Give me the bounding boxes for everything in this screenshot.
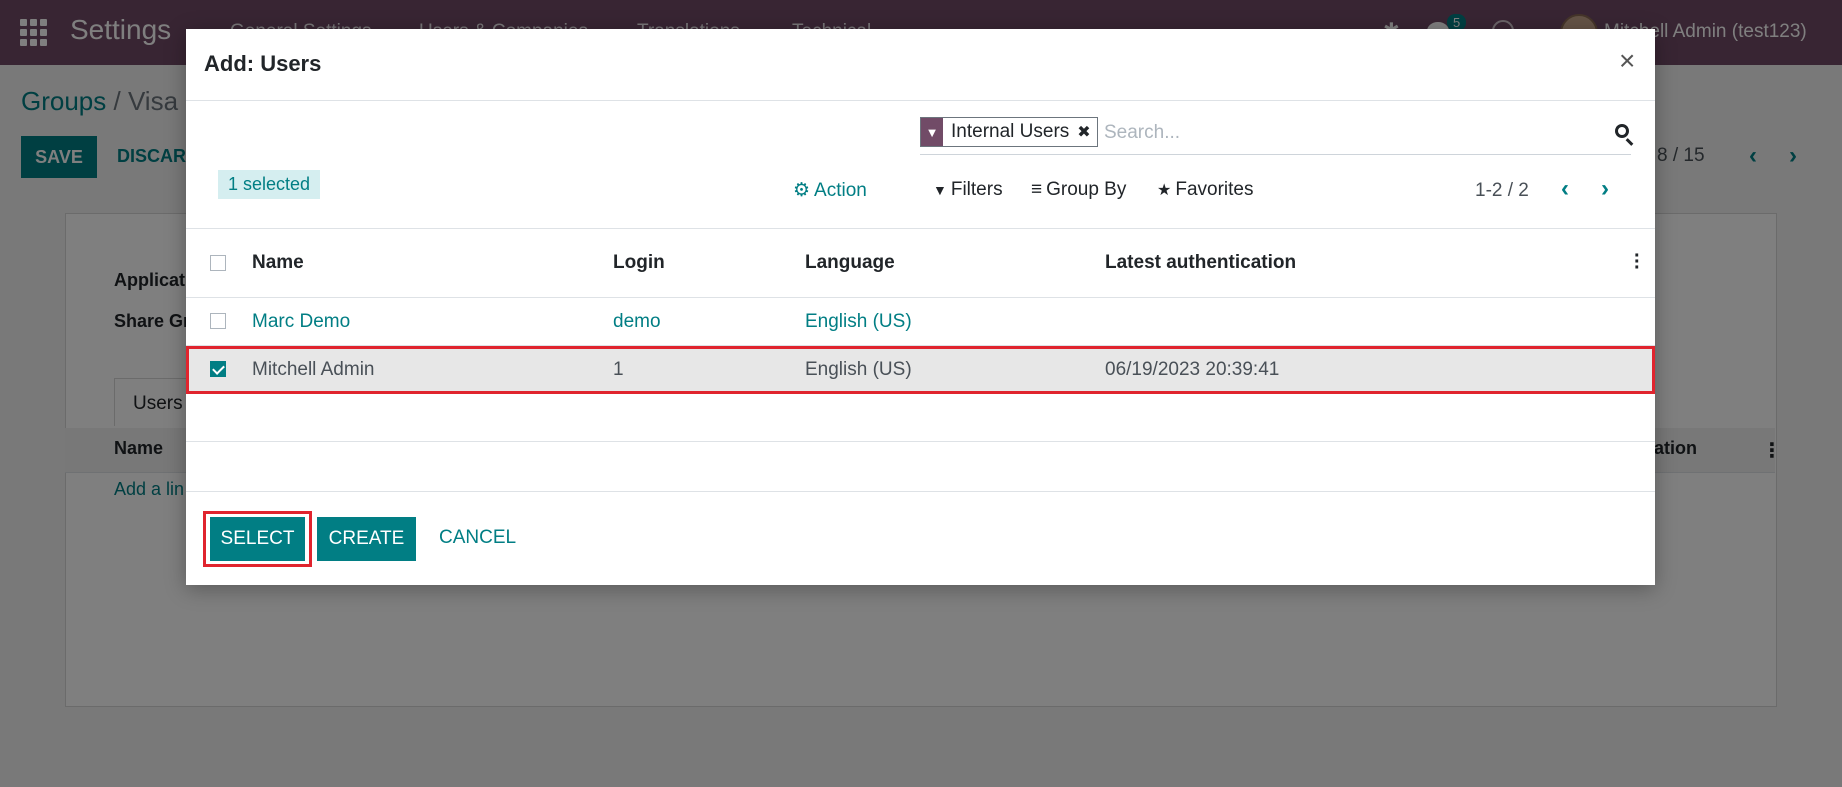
row-checkbox[interactable]	[210, 313, 226, 329]
col-name[interactable]: Name	[252, 252, 304, 274]
optional-columns-icon[interactable]: · · ·	[1634, 246, 1641, 278]
modal-header: Add: Users ×	[186, 29, 1655, 101]
filters-label: Filters	[950, 179, 1003, 200]
col-latest-authentication[interactable]: Latest authentication	[1105, 252, 1296, 274]
add-users-dialog: Add: Users × ▼ Internal Users ✖ 1 select…	[186, 29, 1655, 585]
pager-next-icon[interactable]: ›	[1601, 175, 1609, 203]
favorites-dropdown[interactable]: ★ Favorites	[1157, 179, 1253, 201]
cell-login: 1	[613, 359, 624, 380]
filter-funnel-icon: ▼	[921, 118, 943, 146]
action-dropdown[interactable]: ⚙ Action	[793, 179, 867, 202]
cancel-button[interactable]: CANCEL	[439, 527, 516, 549]
star-icon: ★	[1157, 182, 1172, 199]
table-row-selected[interactable]: Mitchell Admin 1 English (US) 06/19/2023…	[186, 346, 1655, 394]
filters-dropdown[interactable]: ▼ Filters	[933, 179, 1003, 201]
favorites-label: Favorites	[1175, 179, 1254, 200]
cell-language: English (US)	[805, 359, 912, 380]
search-bar: ▼ Internal Users ✖	[920, 117, 1631, 155]
filter-icon: ▼	[933, 182, 947, 198]
action-label: Action	[814, 179, 867, 201]
search-input[interactable]	[1102, 119, 1586, 147]
search-icon[interactable]	[1615, 124, 1629, 138]
col-language[interactable]: Language	[805, 252, 895, 274]
modal-title: Add: Users	[204, 51, 322, 76]
search-facet-internal-users: ▼ Internal Users ✖	[920, 117, 1098, 147]
cell-language: English (US)	[805, 311, 912, 332]
empty-row	[186, 394, 1655, 442]
select-button[interactable]: SELECT	[210, 517, 305, 561]
close-icon[interactable]: ×	[1619, 47, 1635, 75]
selected-count-badge: 1 selected	[218, 170, 321, 199]
row-checkbox-checked[interactable]	[210, 361, 226, 377]
col-login[interactable]: Login	[613, 252, 665, 274]
groupby-label: Group By	[1046, 179, 1127, 200]
cell-name: Mitchell Admin	[252, 359, 375, 380]
table-header: Name Login Language Latest authenticatio…	[186, 228, 1655, 298]
cell-login: demo	[613, 311, 661, 332]
pager-prev-icon[interactable]: ‹	[1561, 175, 1569, 203]
modal-pager[interactable]: 1-2 / 2	[1475, 180, 1529, 202]
gear-icon: ⚙	[793, 180, 811, 201]
facet-remove-icon[interactable]: ✖	[1077, 118, 1096, 146]
select-all-checkbox[interactable]	[210, 255, 226, 271]
create-button[interactable]: CREATE	[317, 517, 416, 561]
facet-label: Internal Users	[951, 121, 1070, 142]
table-row[interactable]: Marc Demo demo English (US)	[186, 298, 1655, 346]
cell-name: Marc Demo	[252, 311, 351, 332]
list-bars-icon: ≡	[1031, 179, 1043, 200]
groupby-dropdown[interactable]: ≡ Group By	[1031, 179, 1126, 201]
cell-latest-auth: 06/19/2023 20:39:41	[1105, 359, 1280, 380]
